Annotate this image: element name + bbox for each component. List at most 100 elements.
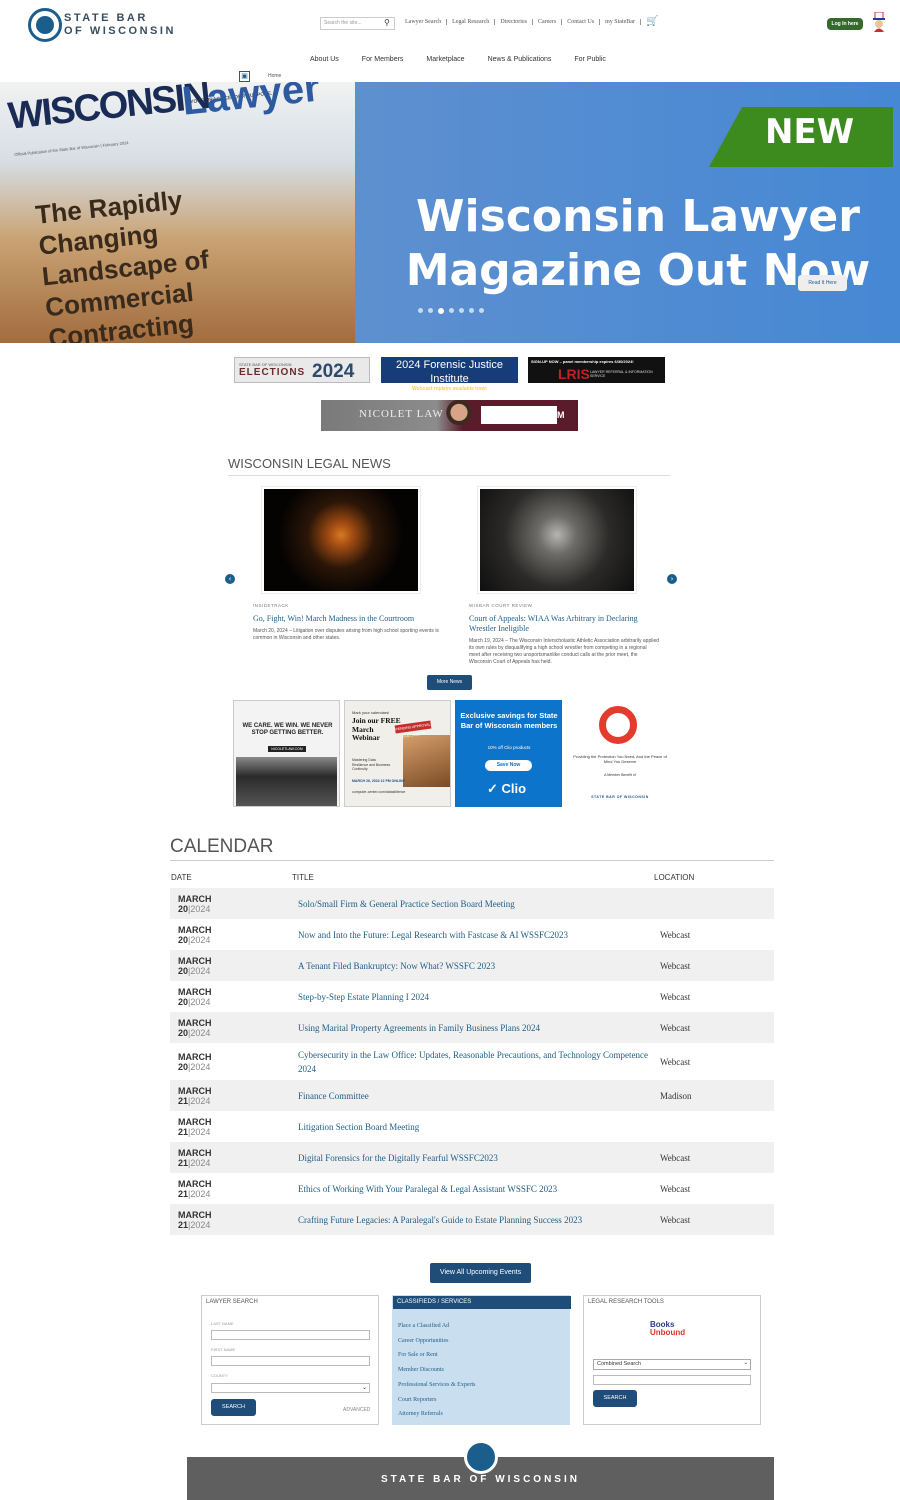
save-now-button[interactable]: Save Now [485,760,532,771]
event-title[interactable]: Now and Into the Future: Legal Research … [290,928,652,942]
nav-about-us[interactable]: About Us [310,56,339,63]
insurance-ad[interactable]: Providing the Protection You Need, And t… [566,700,673,807]
clio-ad[interactable]: Exclusive savings for State Bar of Wisco… [455,700,562,807]
event-date: MARCH 21|2024 [170,1117,290,1137]
event-date: MARCH 20|2024 [170,956,290,976]
event-title[interactable]: Digital Forensics for the Digitally Fear… [290,1151,652,1165]
event-date: MARCH 21|2024 [170,1179,290,1199]
col-date: DATE [171,873,192,882]
news-image-wrestling[interactable] [477,486,637,594]
event-year: 2024 [190,1095,211,1106]
lawyer-search-button[interactable]: SEARCH [211,1399,256,1416]
carousel-prev-icon[interactable]: ‹ [225,574,235,584]
breadcrumb-home[interactable]: Home [268,73,281,79]
books-unbound-logo[interactable]: Books Unbound [650,1321,685,1337]
clio-brand: Clio [501,781,527,796]
event-title[interactable]: Ethics of Working With Your Paralegal & … [290,1182,652,1196]
carousel-dot[interactable] [438,308,444,314]
classifieds-links: Place a Classified Ad Career Opportuniti… [398,1319,475,1422]
last-name-field[interactable] [211,1330,370,1340]
event-title[interactable]: Finance Committee [290,1089,652,1103]
event-year: 2024 [190,1027,211,1038]
news-image-basketball[interactable] [261,486,421,594]
event-day: 20 [178,965,189,976]
event-date: MARCH 21|2024 [170,1148,290,1168]
link-member-discounts[interactable]: Member Discounts [398,1363,475,1378]
nav-news-publications[interactable]: News & Publications [488,56,552,63]
webinar-ad[interactable]: Mark your calendars! Join our FREE March… [344,700,451,807]
research-search-button[interactable]: SEARCH [593,1390,637,1407]
research-query-field[interactable] [593,1375,751,1385]
event-title[interactable]: Step-by-Step Estate Planning I 2024 [290,990,652,1004]
nav-for-public[interactable]: For Public [574,56,606,63]
link-court-reporters[interactable]: Court Reporters [398,1393,475,1408]
carousel-dot[interactable] [459,308,464,313]
read-it-here-button[interactable]: Read It Here [798,275,847,291]
cart-icon[interactable]: 🛒 [646,16,658,27]
ad3-sub: 10% off Clio products [487,745,531,750]
logo-line1: STATE BAR [64,12,148,24]
hero-carousel[interactable]: YOUR PRACTICE. OUR PURPOSE. WISCONSIN La… [0,82,900,343]
table-row: MARCH 21|2024 Digital Forensics for the Di… [170,1142,774,1173]
event-title[interactable]: Crafting Future Legacies: A Paralegal's … [290,1213,652,1227]
nav-marketplace[interactable]: Marketplace [426,56,464,63]
event-month: MARCH [178,1116,212,1127]
nicolet-banner[interactable]: NICOLET LAW NICOLETLAW.COM [321,400,578,431]
event-year: 2024 [190,1157,211,1168]
event-year: 2024 [190,1219,211,1230]
link-legal-research[interactable]: Legal Research [447,19,496,25]
carousel-next-icon[interactable]: › [667,574,677,584]
classifieds-box: CLASSIFIEDS / SERVICES Place a Classifie… [392,1295,571,1425]
carousel-dot[interactable] [428,308,433,313]
view-all-events-button[interactable]: View All Upcoming Events [430,1263,531,1283]
uncle-sam-avatar-icon[interactable] [872,12,886,32]
event-year: 2024 [190,1126,211,1137]
more-news-button[interactable]: More News [427,675,472,690]
research-type-select[interactable]: Combined Search ⌄ [593,1359,751,1370]
event-title[interactable]: Using Marital Property Agreements in Fam… [290,1021,652,1035]
event-title[interactable]: Solo/Small Firm & General Practice Secti… [290,897,652,911]
site-logo-text[interactable]: STATE BAR OF WISCONSIN [64,12,176,38]
link-lawyer-search[interactable]: Lawyer Search [400,19,448,25]
carousel-dot[interactable] [469,308,474,313]
link-professional-services[interactable]: Professional Services & Experts [398,1378,475,1393]
link-place-classified[interactable]: Place a Classified Ad [398,1319,475,1334]
elections-banner[interactable]: STATE BAR OF WISCONSIN ELECTIONS 2024 [234,357,370,383]
login-button[interactable]: Log In here [827,18,863,30]
event-date: MARCH 20|2024 [170,925,290,945]
event-title[interactable]: Cybersecurity in the Law Office: Updates… [290,1048,652,1076]
link-directories[interactable]: Directories [495,19,533,25]
event-title[interactable]: A Tenant Filed Bankruptcy: Now What? WSS… [290,959,652,973]
pillar-icon [36,16,54,34]
advanced-search-link[interactable]: ADVANCED [343,1407,370,1413]
carousel-dot[interactable] [479,308,484,313]
ad2-sub: Mastering Data Resilience and Business C… [352,758,391,771]
first-name-field[interactable] [211,1356,370,1366]
search-icon[interactable]: ⚲ [384,18,390,27]
news-title[interactable]: Go, Fight, Win! March Madness in the Cou… [253,614,443,624]
carousel-dot[interactable] [449,308,454,313]
event-date: MARCH 20|2024 [170,1018,290,1038]
forensic-banner[interactable]: 2024 Forensic Justice Institute Webcast … [381,357,518,392]
site-logo[interactable] [28,8,62,42]
nicolet-ad[interactable]: WE CARE. WE WIN. WE NEVER STOP GETTING B… [233,700,340,807]
link-attorney-referrals[interactable]: Attorney Referrals [398,1407,475,1422]
link-careers[interactable]: Careers [533,19,563,25]
ad2-url: computer-center.com/datastillence [352,790,406,794]
link-career-opportunities[interactable]: Career Opportunities [398,1334,475,1349]
news-title[interactable]: Court of Appeals: WIAA Was Arbitrary in … [469,614,644,634]
event-year: 2024 [190,1061,211,1072]
carousel-dot[interactable] [418,308,423,313]
nav-for-members[interactable]: For Members [362,56,404,63]
event-title[interactable]: Litigation Section Board Meeting [290,1120,652,1134]
lawyer-search-heading: LAWYER SEARCH [206,1299,258,1305]
link-contact-us[interactable]: Contact Us [562,19,601,25]
link-for-sale-rent[interactable]: For Sale or Rent [398,1348,475,1363]
ad1-url: NICOLETLAW.COM [268,746,306,752]
county-select[interactable]: ⌄ [211,1383,370,1393]
lris-banner[interactable]: SIGN-UP NOW – panel membership expires 6… [528,357,665,383]
event-date: MARCH 20|2024 [170,1052,290,1072]
link-my-statebar[interactable]: my StateBar [600,19,641,25]
event-day: 20 [178,1027,189,1038]
home-icon[interactable]: ▣ [239,71,250,82]
